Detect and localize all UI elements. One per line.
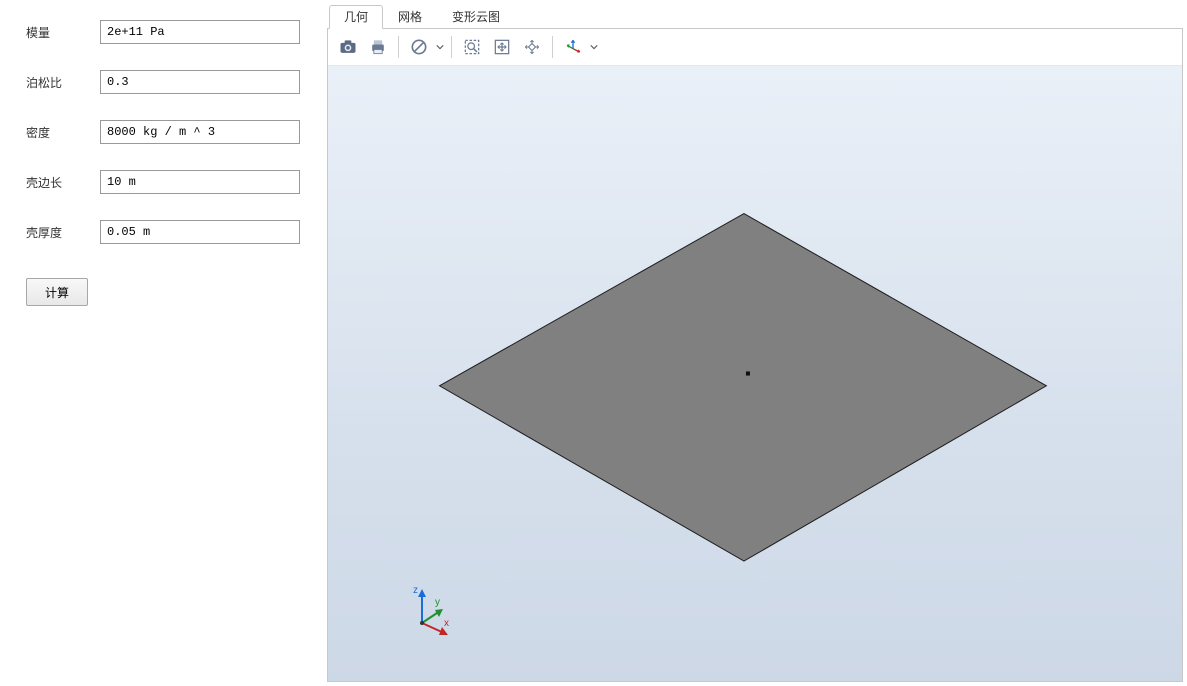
calculate-button[interactable]: 计算: [26, 278, 88, 306]
tab-body: z y x: [327, 28, 1183, 682]
form-row-density: 密度: [0, 118, 325, 146]
no-symbol-icon: [409, 37, 429, 57]
label-edge-length: 壳边长: [0, 174, 100, 191]
input-modulus[interactable]: [100, 20, 300, 44]
axes-view-icon: [563, 37, 583, 57]
zoom-extents-icon: [522, 37, 542, 57]
screenshot-button[interactable]: [334, 33, 362, 61]
label-density: 密度: [0, 124, 100, 141]
input-thickness[interactable]: [100, 220, 300, 244]
axis-y-label: y: [435, 597, 440, 608]
hide-dropdown[interactable]: [435, 33, 445, 61]
fit-view-icon: [492, 37, 512, 57]
label-thickness: 壳厚度: [0, 224, 100, 241]
label-modulus: 模量: [0, 24, 100, 41]
tab-deformation[interactable]: 变形云图: [437, 5, 515, 29]
input-density[interactable]: [100, 120, 300, 144]
print-button[interactable]: [364, 33, 392, 61]
zoom-window-icon: [462, 37, 482, 57]
zoom-window-button[interactable]: [458, 33, 486, 61]
form-row-thickness: 壳厚度: [0, 218, 325, 246]
label-poisson: 泊松比: [0, 74, 100, 91]
input-edge-length[interactable]: [100, 170, 300, 194]
view-tabs: 几何 网格 变形云图: [325, 2, 1187, 28]
toolbar-separator: [451, 36, 452, 58]
view-orientation-dropdown[interactable]: [589, 33, 599, 61]
tab-mesh[interactable]: 网格: [383, 5, 437, 29]
3d-viewport[interactable]: z y x: [328, 66, 1182, 681]
print-icon: [368, 37, 388, 57]
axis-x-label: x: [444, 618, 449, 629]
origin-marker: [746, 371, 750, 375]
axis-z-label: z: [413, 585, 418, 596]
view-orientation-button[interactable]: [559, 33, 587, 61]
toolbar-separator: [552, 36, 553, 58]
form-row-modulus: 模量: [0, 18, 325, 46]
form-row-poisson: 泊松比: [0, 68, 325, 96]
fit-view-button[interactable]: [488, 33, 516, 61]
zoom-extents-button[interactable]: [518, 33, 546, 61]
tab-geometry[interactable]: 几何: [329, 5, 383, 29]
visualization-panel: 几何 网格 变形云图: [325, 0, 1187, 686]
toolbar-separator: [398, 36, 399, 58]
chevron-down-icon: [436, 40, 444, 54]
hide-button[interactable]: [405, 33, 433, 61]
camera-icon: [338, 37, 358, 57]
input-poisson[interactable]: [100, 70, 300, 94]
form-row-edge-length: 壳边长: [0, 168, 325, 196]
orientation-triad: z y x: [402, 581, 462, 641]
viewport-toolbar: [328, 29, 1182, 66]
chevron-down-icon: [590, 40, 598, 54]
parameters-panel: 模量 泊松比 密度 壳边长 壳厚度 计算: [0, 0, 325, 686]
